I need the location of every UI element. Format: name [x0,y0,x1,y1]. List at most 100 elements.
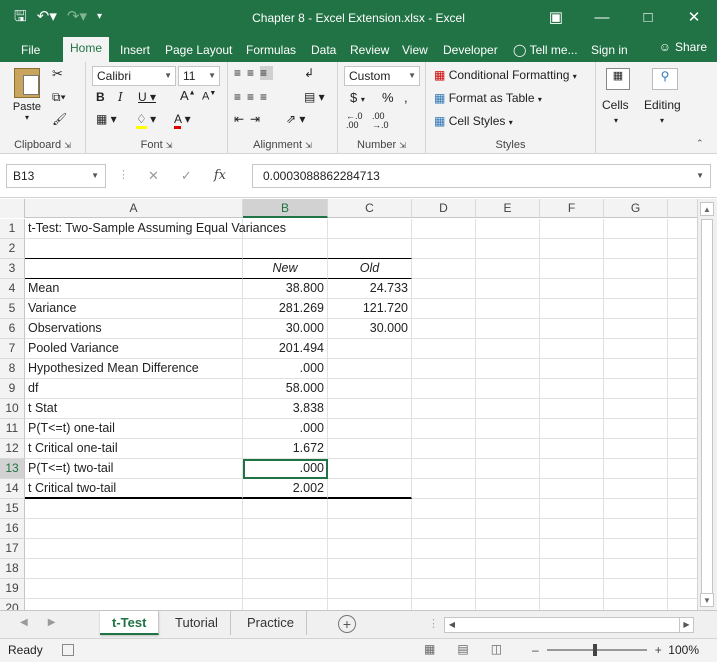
cell-a12[interactable]: t Critical one-tail [25,439,243,459]
cell-a7[interactable]: Pooled Variance [25,339,243,359]
zoom-in-icon[interactable]: + [655,643,662,657]
cell-c15[interactable] [328,499,412,519]
select-all-corner[interactable] [0,199,25,218]
column-header-c[interactable]: C [328,199,412,218]
cell-g11[interactable] [604,419,668,439]
row-header[interactable]: 9 [0,379,25,399]
cell-h3[interactable] [668,259,697,279]
cell-e2[interactable] [476,239,540,259]
zoom-level[interactable]: 100% [668,643,699,657]
formula-input[interactable]: 0.0003088862284713 ▼ [252,164,711,188]
comma-button[interactable]: , [404,90,408,105]
cell-g3[interactable] [604,259,668,279]
cell-g1[interactable] [604,219,668,239]
wrap-text-icon[interactable]: ↲ [304,66,314,80]
next-sheet-icon[interactable]: ▶ [48,617,56,628]
cell-h12[interactable] [668,439,697,459]
cell-b8[interactable]: .000 [243,359,328,379]
cell-b4[interactable]: 38.800 [243,279,328,299]
cell-e9[interactable] [476,379,540,399]
cell-b19[interactable] [243,579,328,599]
cell-b20[interactable] [243,599,328,610]
bold-button[interactable]: B [96,90,105,104]
column-header-d[interactable]: D [412,199,476,218]
cell-b3[interactable]: New [243,259,328,279]
column-header-a[interactable]: A [25,199,243,218]
tab-developer[interactable]: Developer [436,40,505,62]
column-header-f[interactable]: F [540,199,604,218]
worksheet-grid[interactable]: A B C D E F G 1 t-Test: Two-Sample Assumi… [0,199,697,610]
orientation-icon[interactable]: ⇗ ▾ [286,112,305,126]
cell-h17[interactable] [668,539,697,559]
sign-in-link[interactable]: Sign in [584,40,635,62]
insert-function-icon[interactable]: fx [214,168,226,184]
font-color-icon[interactable]: A ▾ [174,112,191,129]
cell-c6[interactable]: 30.000 [328,319,412,339]
share-button[interactable]: ☺ Share [659,40,707,54]
cell-b2[interactable] [243,239,328,259]
cell-b9[interactable]: 58.000 [243,379,328,399]
cell-f19[interactable] [540,579,604,599]
merge-center-icon[interactable]: ▤ ▾ [304,90,325,104]
row-header[interactable]: 10 [0,399,25,419]
cell-a11[interactable]: P(T<=t) one-tail [25,419,243,439]
tab-home[interactable]: Home [63,37,110,62]
cell-f16[interactable] [540,519,604,539]
cell-h5[interactable] [668,299,697,319]
currency-button[interactable]: $ ▾ [350,90,365,105]
fill-color-icon[interactable]: ♢ ▾ [136,112,156,129]
row-header[interactable]: 18 [0,559,25,579]
cell-d14[interactable] [412,479,476,499]
cell-d16[interactable] [412,519,476,539]
row-header[interactable]: 16 [0,519,25,539]
conditional-formatting-button[interactable]: ▦ Conditional Formatting ▾ [434,68,577,82]
cell-c13[interactable] [328,459,412,479]
cell-b5[interactable]: 281.269 [243,299,328,319]
cell-g2[interactable] [604,239,668,259]
cell-e8[interactable] [476,359,540,379]
tab-insert[interactable]: Insert [113,40,157,62]
cell-a6[interactable]: Observations [25,319,243,339]
cell-c5[interactable]: 121.720 [328,299,412,319]
ribbon-display-icon[interactable]: ▣ [533,0,579,34]
cell-e17[interactable] [476,539,540,559]
cells-group[interactable]: ▦ Cells ▾ [596,62,640,154]
cell-e4[interactable] [476,279,540,299]
cell-h11[interactable] [668,419,697,439]
cell-b13[interactable]: .000 [243,459,328,479]
row-header[interactable]: 11 [0,419,25,439]
cell-c12[interactable] [328,439,412,459]
percent-button[interactable]: % [382,90,394,105]
underline-button[interactable]: U ▾ [138,90,156,104]
cell-d1[interactable] [412,219,476,239]
row-header[interactable]: 2 [0,239,25,259]
cell-f14[interactable] [540,479,604,499]
cell-d9[interactable] [412,379,476,399]
cell-h7[interactable] [668,339,697,359]
cell-g6[interactable] [604,319,668,339]
cell-b11[interactable]: .000 [243,419,328,439]
cell-g7[interactable] [604,339,668,359]
increase-font-icon[interactable]: A▲ [180,88,196,103]
normal-view-icon[interactable]: ▦ [424,642,435,656]
vertical-align-icons[interactable]: ≡≡≡ [234,66,274,80]
cell-b14[interactable]: 2.002 [243,479,328,499]
cell-d18[interactable] [412,559,476,579]
cell-d17[interactable] [412,539,476,559]
cell-a5[interactable]: Variance [25,299,243,319]
cell-f7[interactable] [540,339,604,359]
row-header[interactable]: 1 [0,219,25,239]
decrease-decimal-icon[interactable]: .00 →.0 [372,112,389,130]
prev-sheet-icon[interactable]: ◀ [20,617,28,628]
cell-g15[interactable] [604,499,668,519]
cell-c4[interactable]: 24.733 [328,279,412,299]
row-header[interactable]: 6 [0,319,25,339]
cell-f3[interactable] [540,259,604,279]
cell-d6[interactable] [412,319,476,339]
cell-c7[interactable] [328,339,412,359]
cell-g12[interactable] [604,439,668,459]
cell-e7[interactable] [476,339,540,359]
cell-h19[interactable] [668,579,697,599]
cell-e18[interactable] [476,559,540,579]
cell-e16[interactable] [476,519,540,539]
